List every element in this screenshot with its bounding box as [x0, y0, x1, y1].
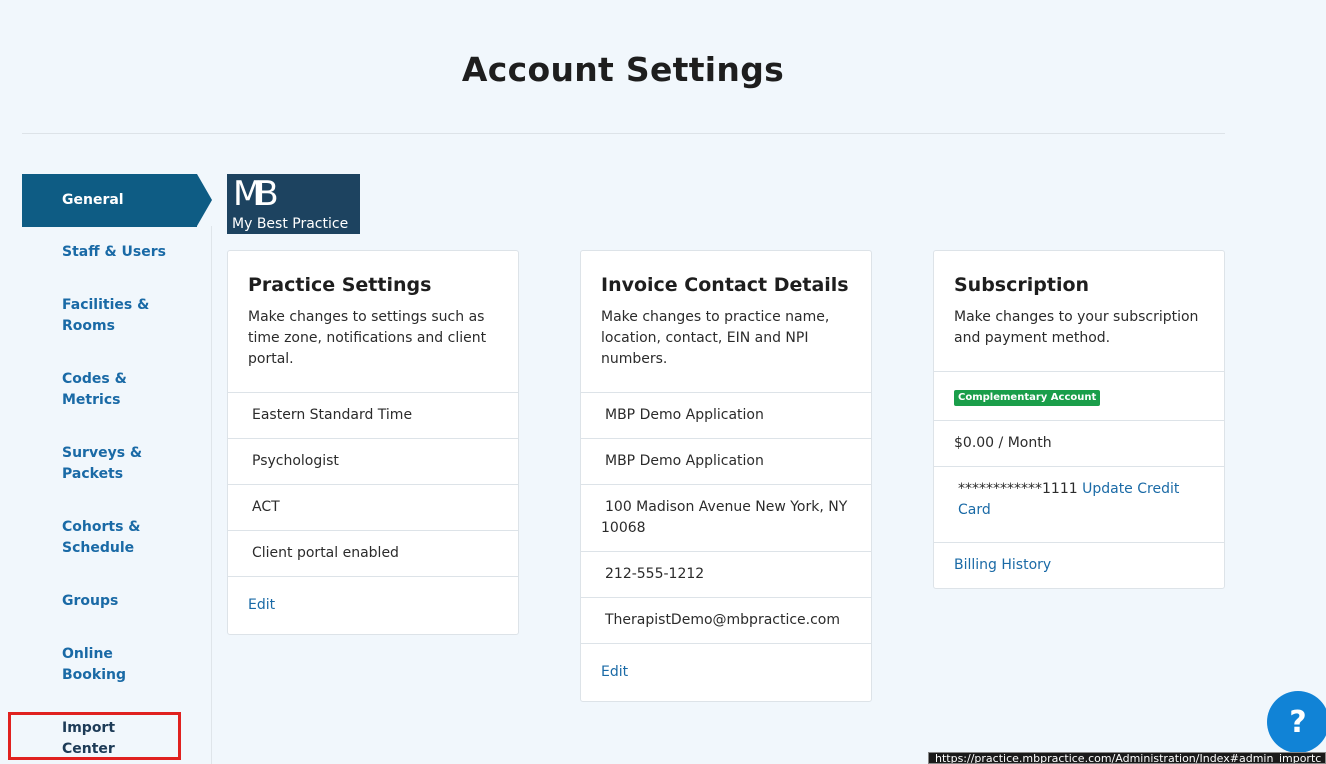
- practice-settings-card: Practice Settings Make changes to settin…: [227, 250, 519, 635]
- sidebar-divider: [211, 226, 212, 764]
- invoice-contact-edit-link[interactable]: Edit: [581, 643, 871, 701]
- profession-value: Psychologist: [228, 438, 518, 484]
- phone-value: 212-555-1212: [581, 551, 871, 597]
- price-value: $0.00 / Month: [934, 420, 1224, 466]
- sidebar-item-online-booking[interactable]: Online Booking: [22, 644, 192, 686]
- card-title: Invoice Contact Details: [601, 274, 849, 296]
- card-description: Make changes to settings such as time zo…: [248, 309, 487, 367]
- sidebar-item-label: Codes & Metrics: [62, 371, 127, 408]
- help-button[interactable]: ?: [1267, 691, 1326, 753]
- sidebar-item-cohorts-schedule[interactable]: Cohorts & Schedule: [22, 517, 192, 559]
- practice-type-value: ACT: [228, 484, 518, 530]
- card-description: Make changes to practice name, location,…: [601, 309, 830, 367]
- question-icon: ?: [1289, 704, 1307, 740]
- address-value: 100 Madison Avenue New York, NY 10068: [581, 484, 871, 551]
- sidebar-item-label: General: [62, 192, 124, 208]
- card-title: Practice Settings: [248, 274, 432, 296]
- sidebar-item-label: Online Booking: [62, 646, 127, 683]
- sidebar-item-label: Staff & Users: [62, 244, 166, 260]
- invoice-contact-card: Invoice Contact Details Make changes to …: [580, 250, 872, 702]
- sidebar-item-label: Surveys & Packets: [62, 445, 143, 482]
- sidebar-item-label: Cohorts & Schedule: [62, 519, 141, 556]
- sidebar-item-staff-users[interactable]: Staff & Users: [22, 242, 192, 263]
- sidebar-item-label: Groups: [62, 593, 119, 609]
- email-value: TherapistDemo@mbpractice.com: [581, 597, 871, 643]
- payment-method-row: ************1111 Update Credit Card: [934, 466, 1224, 542]
- plan-row: Complementary Account: [934, 371, 1224, 420]
- sidebar-item-facilities-rooms[interactable]: Facilities & Rooms: [22, 295, 192, 337]
- practice-name-value: MBP Demo Application: [581, 392, 871, 438]
- contact-name-value: MBP Demo Application: [581, 438, 871, 484]
- logo-mark: MB: [233, 174, 279, 214]
- title-divider: [22, 133, 1225, 134]
- card-description: Make changes to your subscription and pa…: [954, 309, 1199, 346]
- practice-settings-edit-link[interactable]: Edit: [228, 576, 518, 634]
- client-portal-status: Client portal enabled: [228, 530, 518, 576]
- masked-card-number: ************1111: [958, 481, 1078, 497]
- logo-tagline: My Best Practice: [232, 216, 349, 232]
- sidebar-item-surveys-packets[interactable]: Surveys & Packets: [22, 443, 192, 485]
- subscription-card: Subscription Make changes to your subscr…: [933, 250, 1225, 589]
- timezone-value: Eastern Standard Time: [228, 392, 518, 438]
- sidebar-item-codes-metrics[interactable]: Codes & Metrics: [22, 369, 192, 411]
- sidebar-item-label: Facilities & Rooms: [62, 297, 150, 334]
- status-badge: Complementary Account: [954, 390, 1101, 406]
- practice-logo: MB My Best Practice: [227, 174, 360, 234]
- status-bar-url: https://practice.mbpractice.com/Administ…: [928, 752, 1326, 764]
- sidebar-item-groups[interactable]: Groups: [22, 591, 192, 612]
- billing-history-link[interactable]: Billing History: [934, 542, 1224, 588]
- sidebar-item-general[interactable]: General: [22, 174, 212, 227]
- highlight-box: [8, 712, 181, 760]
- card-title: Subscription: [954, 274, 1090, 296]
- page-title: Account Settings: [461, 50, 785, 89]
